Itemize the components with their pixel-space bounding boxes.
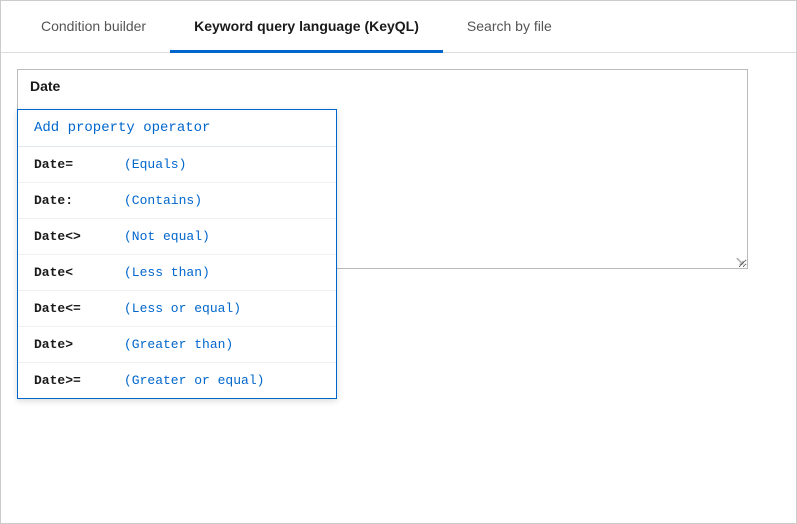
- tab-keyword-query[interactable]: Keyword query language (KeyQL): [170, 1, 443, 53]
- operator-label: Date<=: [34, 301, 124, 316]
- tab-bar: Condition builder Keyword query language…: [1, 1, 796, 53]
- operator-description: (Less or equal): [124, 301, 241, 316]
- dropdown-item[interactable]: Date>=(Greater or equal): [18, 363, 336, 398]
- dropdown-item[interactable]: Date=(Equals): [18, 147, 336, 183]
- main-content: Date ↘ Add property operator Date=(Equal…: [1, 53, 796, 523]
- tab-keyword-query-label: Keyword query language (KeyQL): [194, 18, 419, 34]
- add-property-operator-item[interactable]: Add property operator: [18, 110, 336, 147]
- dropdown-item[interactable]: Date<>(Not equal): [18, 219, 336, 255]
- operator-label: Date:: [34, 193, 124, 208]
- app-container: Condition builder Keyword query language…: [0, 0, 797, 524]
- tab-condition-builder[interactable]: Condition builder: [17, 1, 170, 53]
- dropdown-item[interactable]: Date<(Less than): [18, 255, 336, 291]
- operator-description: (Not equal): [124, 229, 210, 244]
- resize-handle: ↘: [735, 256, 745, 266]
- dropdown-items-list: Date=(Equals)Date:(Contains)Date<>(Not e…: [18, 147, 336, 398]
- operator-label: Date<: [34, 265, 124, 280]
- dropdown-item[interactable]: Date>(Greater than): [18, 327, 336, 363]
- tab-search-by-file[interactable]: Search by file: [443, 1, 576, 53]
- operator-description: (Equals): [124, 157, 186, 172]
- tab-search-by-file-label: Search by file: [467, 18, 552, 34]
- operator-description: (Greater than): [124, 337, 233, 352]
- dropdown-item[interactable]: Date<=(Less or equal): [18, 291, 336, 327]
- tab-condition-builder-label: Condition builder: [41, 18, 146, 34]
- add-property-operator-label: Add property operator: [34, 120, 210, 136]
- dropdown-item[interactable]: Date:(Contains): [18, 183, 336, 219]
- operator-description: (Greater or equal): [124, 373, 264, 388]
- operator-label: Date<>: [34, 229, 124, 244]
- operator-description: (Less than): [124, 265, 210, 280]
- operator-label: Date>=: [34, 373, 124, 388]
- operator-dropdown: Add property operator Date=(Equals)Date:…: [17, 109, 337, 399]
- operator-label: Date=: [34, 157, 124, 172]
- date-label: Date: [30, 78, 60, 94]
- operator-label: Date>: [34, 337, 124, 352]
- operator-description: (Contains): [124, 193, 202, 208]
